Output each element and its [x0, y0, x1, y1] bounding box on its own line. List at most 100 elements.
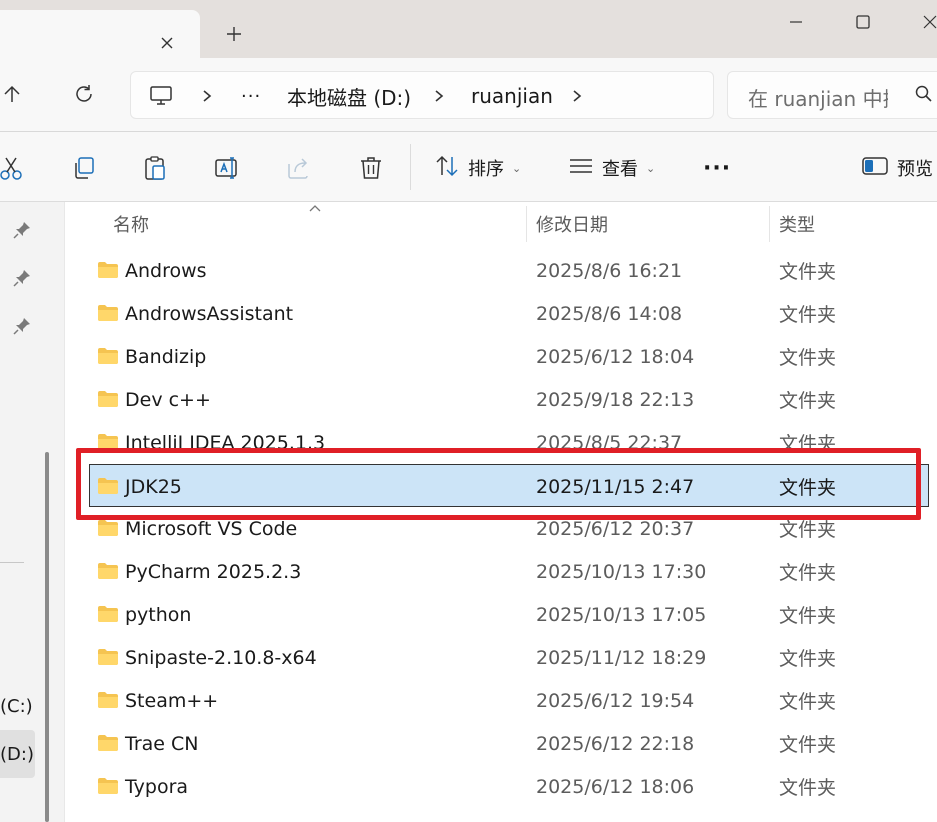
breadcrumb-ellipsis[interactable]: ···: [241, 72, 261, 120]
table-row[interactable]: JDK25 2025/11/15 2:47 文件夹: [89, 464, 929, 507]
preview-icon: [861, 155, 889, 181]
minimize-icon[interactable]: [776, 8, 816, 36]
table-row[interactable]: Trae CN 2025/6/12 22:18 文件夹: [65, 722, 937, 765]
table-row[interactable]: Snipaste-2.10.8-x64 2025/11/12 18:29 文件夹: [65, 636, 937, 679]
file-name: Steam++: [125, 689, 219, 712]
close-window-icon[interactable]: [910, 8, 937, 36]
drive-c[interactable]: (C:): [0, 682, 33, 730]
file-type: 文件夹: [779, 477, 837, 499]
column-divider[interactable]: [769, 206, 770, 242]
paste-icon[interactable]: [141, 150, 169, 186]
view-label: 查看: [602, 159, 638, 180]
file-type: 文件夹: [779, 304, 837, 326]
file-name: Typora: [125, 775, 189, 798]
table-row[interactable]: PyCharm 2025.2.3 2025/10/13 17:30 文件夹: [65, 550, 937, 593]
preview-label: 预览: [897, 159, 933, 180]
preview-button[interactable]: 预览: [861, 150, 933, 186]
chevron-down-icon: ⌄: [646, 161, 656, 175]
search-icon[interactable]: [914, 84, 934, 108]
file-type: 文件夹: [779, 605, 837, 627]
sort-icon: [434, 153, 460, 183]
file-type: 文件夹: [779, 519, 837, 541]
folder-icon: [97, 562, 119, 580]
computer-icon[interactable]: [149, 72, 173, 120]
table-row[interactable]: Androws 2025/8/6 16:21 文件夹: [65, 249, 937, 292]
column-type[interactable]: 类型: [779, 202, 815, 246]
file-type: 文件夹: [779, 390, 837, 412]
table-row[interactable]: Bandizip 2025/6/12 18:04 文件夹: [65, 335, 937, 378]
file-date: 2025/10/13 17:05: [536, 603, 707, 626]
column-name[interactable]: 名称: [113, 202, 149, 246]
file-date: 2025/9/18 22:13: [536, 388, 695, 411]
nav-scrollbar[interactable]: [45, 452, 49, 822]
search-placeholder: 在 ruanjian 中搜: [748, 87, 888, 111]
file-date: 2025/6/12 19:54: [536, 689, 695, 712]
pin-icon[interactable]: [12, 268, 32, 288]
column-header: 名称 修改日期 类型: [65, 202, 937, 246]
up-arrow-icon[interactable]: [0, 78, 28, 110]
navigation-pane: (C:) (D:): [0, 202, 50, 822]
maximize-icon[interactable]: [843, 8, 883, 36]
plus-icon[interactable]: [220, 20, 248, 48]
chevron-right-icon[interactable]: [571, 72, 583, 120]
share-icon[interactable]: [285, 150, 313, 186]
file-date: 2025/10/13 17:30: [536, 560, 707, 583]
pin-icon[interactable]: [12, 220, 32, 240]
delete-icon[interactable]: [357, 150, 385, 186]
file-date: 2025/8/5 22:37: [536, 431, 683, 454]
rename-icon[interactable]: [213, 150, 241, 186]
cut-icon[interactable]: [0, 150, 26, 186]
table-row[interactable]: Dev c++ 2025/9/18 22:13 文件夹: [65, 378, 937, 421]
file-date: 2025/8/6 16:21: [536, 259, 683, 282]
search-input[interactable]: 在 ruanjian 中搜: [727, 71, 937, 119]
folder-icon: [97, 734, 119, 752]
file-type: 文件夹: [779, 562, 837, 584]
table-row[interactable]: AndrowsAssistant 2025/8/6 14:08 文件夹: [65, 292, 937, 335]
table-row[interactable]: Steam++ 2025/6/12 19:54 文件夹: [65, 679, 937, 722]
folder-icon: [97, 691, 119, 709]
tab-bar: [0, 0, 937, 58]
file-type: 文件夹: [779, 433, 837, 455]
more-icon[interactable]: ···: [703, 150, 731, 186]
file-date: 2025/11/15 2:47: [536, 475, 695, 498]
close-icon[interactable]: [154, 30, 180, 56]
column-divider[interactable]: [526, 206, 527, 242]
sort-button[interactable]: 排序 ⌄: [434, 150, 521, 186]
file-type: 文件夹: [779, 777, 837, 799]
file-name: Trae CN: [125, 732, 199, 755]
active-tab[interactable]: [0, 10, 200, 58]
table-row[interactable]: Microsoft VS Code 2025/6/12 20:37 文件夹: [65, 507, 937, 550]
address-row: ··· 本地磁盘 (D:) ruanjian 在 ruanjian 中搜: [0, 58, 937, 131]
file-name: python: [125, 603, 192, 626]
chevron-right-icon[interactable]: [201, 72, 213, 120]
command-bar: 排序 ⌄ 查看 ⌄ ··· 预览: [0, 132, 937, 202]
folder-icon: [97, 347, 119, 365]
chevron-right-icon[interactable]: [433, 72, 445, 120]
folder-icon: [97, 605, 119, 623]
address-bar[interactable]: ··· 本地磁盘 (D:) ruanjian: [130, 71, 714, 119]
copy-icon[interactable]: [70, 150, 98, 186]
breadcrumb-ruanjian[interactable]: ruanjian: [471, 72, 553, 120]
table-row[interactable]: Typora 2025/6/12 18:06 文件夹: [65, 765, 937, 808]
table-row[interactable]: python 2025/10/13 17:05 文件夹: [65, 593, 937, 636]
refresh-icon[interactable]: [68, 78, 100, 110]
sort-label: 排序: [468, 159, 504, 180]
file-date: 2025/6/12 22:18: [536, 732, 695, 755]
file-date: 2025/6/12 20:37: [536, 517, 695, 540]
table-row[interactable]: IntelliJ IDEA 2025.1.3 2025/8/5 22:37 文件夹: [65, 421, 937, 464]
file-type: 文件夹: [779, 734, 837, 756]
drive-d[interactable]: (D:): [0, 730, 35, 778]
folder-icon: [97, 390, 119, 408]
file-name: Snipaste-2.10.8-x64: [125, 646, 317, 669]
file-name: PyCharm 2025.2.3: [125, 560, 302, 583]
view-icon: [568, 153, 594, 183]
column-date[interactable]: 修改日期: [536, 202, 608, 246]
view-button[interactable]: 查看 ⌄: [568, 150, 655, 186]
pin-icon[interactable]: [12, 316, 32, 336]
file-name: AndrowsAssistant: [125, 302, 294, 325]
file-type: 文件夹: [779, 648, 837, 670]
breadcrumb-drive-d[interactable]: 本地磁盘 (D:): [287, 72, 411, 120]
folder-icon: [97, 519, 119, 537]
folder-icon: [97, 777, 119, 795]
toolbar-separator: [410, 144, 411, 190]
